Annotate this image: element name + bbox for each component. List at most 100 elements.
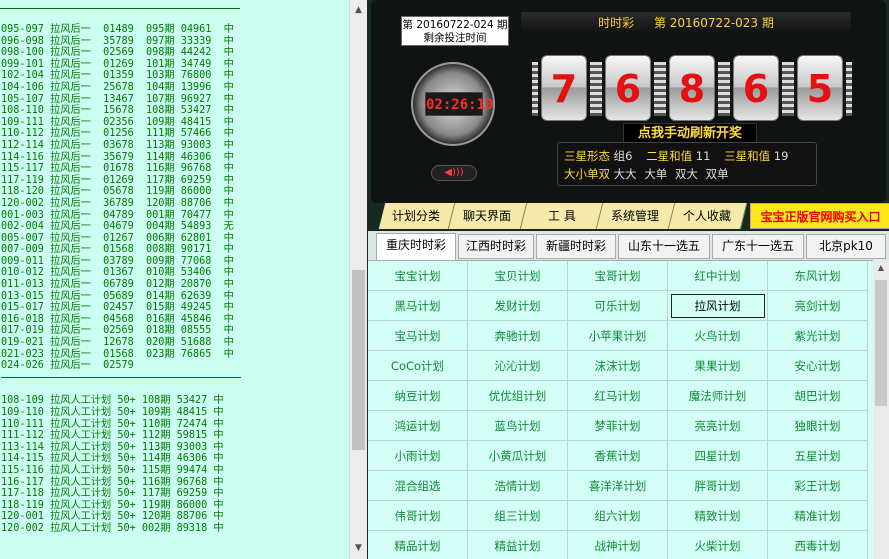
plan-item[interactable]: 红中计划 xyxy=(668,261,768,291)
menu-system[interactable]: 系统管理 xyxy=(596,203,676,229)
digit-2: 6 xyxy=(596,55,660,121)
plan-item[interactable]: 胡巴计划 xyxy=(768,381,868,411)
plan-item[interactable]: 黑马计划 xyxy=(368,291,468,321)
history-row: 013-015 拉风后一 05689 014期 62639 中 xyxy=(1,290,234,302)
history-row: 110-111 拉风人工计划 50+ 110期 72474 中 xyxy=(1,418,224,430)
plan-item[interactable]: 精准计划 xyxy=(768,501,868,531)
plan-item[interactable]: 沫沫计划 xyxy=(568,351,668,381)
plan-item[interactable]: 可乐计划 xyxy=(568,291,668,321)
tab-beijing[interactable]: 北京pk10 xyxy=(806,234,886,259)
plan-item[interactable]: 胖哥计划 xyxy=(668,471,768,501)
history-row: 009-011 拉风后一 03789 009期 77068 中 xyxy=(1,255,234,267)
menu-chat[interactable]: 聊天界面 xyxy=(448,203,528,229)
history-row: 007-009 拉风后一 01568 008期 90171 中 xyxy=(1,244,234,256)
refresh-button[interactable]: 点我手动刷新开奖 xyxy=(623,123,757,143)
left-scrollbar[interactable]: ▲ ▼ xyxy=(349,0,367,559)
plan-item[interactable]: 拉风计划 xyxy=(668,291,768,321)
menu-favorites[interactable]: 个人收藏 xyxy=(668,203,748,229)
arrow-up-icon[interactable]: ▲ xyxy=(350,2,367,19)
plan-item[interactable]: 优优组计划 xyxy=(468,381,568,411)
plan-item[interactable]: 五星计划 xyxy=(768,441,868,471)
tab-guangdong[interactable]: 广东十一选五 xyxy=(712,234,804,259)
plan-item[interactable]: 战神计划 xyxy=(568,531,668,559)
plan-scrollbar[interactable]: ▲ xyxy=(873,260,889,559)
plan-item[interactable]: 彩王计划 xyxy=(768,471,868,501)
plan-item[interactable]: 沁沁计划 xyxy=(468,351,568,381)
plan-item[interactable]: 安心计划 xyxy=(768,351,868,381)
history-row: 001-003 拉风后一 04789 001期 70477 中 xyxy=(1,209,234,221)
menu-plan-category[interactable]: 计划分类 xyxy=(378,203,456,229)
plan-item[interactable]: CoCo计划 xyxy=(368,351,468,381)
plan-item[interactable]: 紫光计划 xyxy=(768,321,868,351)
history-row: 098-100 拉风后一 02569 098期 44242 中 xyxy=(1,47,234,59)
tab-jiangxi[interactable]: 江西时时彩 xyxy=(458,234,534,259)
plan-item[interactable]: 小雨计划 xyxy=(368,441,468,471)
plan-item[interactable]: 奔驰计划 xyxy=(468,321,568,351)
speaker-icon[interactable]: ◀))) xyxy=(431,165,477,181)
plan-item[interactable]: 精致计划 xyxy=(668,501,768,531)
plan-item[interactable]: 独眼计划 xyxy=(768,411,868,441)
scrollbar-thumb[interactable] xyxy=(352,270,365,450)
history-row: 010-012 拉风后一 01367 010期 53406 中 xyxy=(1,267,234,279)
plan-item[interactable]: 四星计划 xyxy=(668,441,768,471)
sanhe-value: 19 xyxy=(773,149,789,163)
history-row: 005-007 拉风后一 01267 006期 62801 中 xyxy=(1,232,234,244)
plan-item[interactable]: 宝哥计划 xyxy=(568,261,668,291)
plan-item[interactable]: 精益计划 xyxy=(468,531,568,559)
plan-item[interactable]: 亮亮计划 xyxy=(668,411,768,441)
history-row: 118-120 拉风后一 05678 119期 86000 中 xyxy=(1,186,234,198)
draw-panel: 第 20160722-024 期 剩余投注时间 02:26:10 ◀))) 时时… xyxy=(371,0,886,203)
history-row: 104-106 拉风后一 25678 104期 13996 中 xyxy=(1,81,234,93)
plan-item[interactable]: 宝马计划 xyxy=(368,321,468,351)
erxing-value: 11 xyxy=(695,149,711,163)
plan-item[interactable]: 火柴计划 xyxy=(668,531,768,559)
plan-item[interactable]: 精品计划 xyxy=(368,531,468,559)
scrollbar-thumb[interactable] xyxy=(875,280,887,406)
history-row: 120-002 拉风后一 36789 120期 88706 中 xyxy=(1,197,234,209)
history-row: 021-023 拉风后一 01568 023期 76865 中 xyxy=(1,348,234,360)
plan-item[interactable]: 香蕉计划 xyxy=(568,441,668,471)
history-row: 024-026 拉风后一 02579 xyxy=(1,360,134,372)
menu-tools[interactable]: 工 具 xyxy=(520,203,604,229)
plan-item[interactable]: 鸿运计划 xyxy=(368,411,468,441)
plan-item[interactable]: 纳豆计划 xyxy=(368,381,468,411)
history-row: 109-111 拉风后一 02356 109期 48415 中 xyxy=(1,116,234,128)
plan-item[interactable]: 宝贝计划 xyxy=(468,261,568,291)
plan-item[interactable]: 宝宝计划 xyxy=(368,261,468,291)
plan-item[interactable]: 西毒计划 xyxy=(768,531,868,559)
tab-chongqing[interactable]: 重庆时时彩 xyxy=(376,233,456,260)
buy-button[interactable]: 宝宝正版官网购买入口 xyxy=(750,203,889,229)
plan-item[interactable]: 魔法师计划 xyxy=(668,381,768,411)
plan-item[interactable]: 混合组选 xyxy=(368,471,468,501)
arrow-down-icon[interactable]: ▼ xyxy=(350,540,367,557)
plan-item[interactable]: 火鸟计划 xyxy=(668,321,768,351)
plan-item[interactable]: 红马计划 xyxy=(568,381,668,411)
plan-item[interactable]: 组六计划 xyxy=(568,501,668,531)
plan-item[interactable]: 伟哥计划 xyxy=(368,501,468,531)
plan-item[interactable]: 蓝鸟计划 xyxy=(468,411,568,441)
countdown-timer: 02:26:10 xyxy=(425,92,493,116)
plan-item[interactable]: 亮剑计划 xyxy=(768,291,868,321)
top-divider xyxy=(0,0,240,9)
plan-item[interactable]: 组三计划 xyxy=(468,501,568,531)
stopwatch-icon: 02:26:10 xyxy=(411,62,495,146)
tab-xinjiang[interactable]: 新疆时时彩 xyxy=(536,234,616,259)
history-row: 111-112 拉风人工计划 50+ 112期 59815 中 xyxy=(1,430,224,442)
plan-item[interactable]: 小黄瓜计划 xyxy=(468,441,568,471)
plan-item[interactable]: 喜洋洋计划 xyxy=(568,471,668,501)
history-row: 015-017 拉风后一 02457 015期 49245 中 xyxy=(1,302,234,314)
plan-item[interactable]: 发财计划 xyxy=(468,291,568,321)
plan-item[interactable]: 浩情计划 xyxy=(468,471,568,501)
plan-item[interactable]: 果果计划 xyxy=(668,351,768,381)
lottery-app: 第 20160722-024 期 剩余投注时间 02:26:10 ◀))) 时时… xyxy=(368,0,889,559)
history-row: 017-019 拉风后一 02569 018期 08555 中 xyxy=(1,325,234,337)
arrow-up-icon[interactable]: ▲ xyxy=(873,260,889,276)
plan-item[interactable]: 梦菲计划 xyxy=(568,411,668,441)
history-row: 096-098 拉风后一 35789 097期 33339 中 xyxy=(1,35,234,47)
history-row: 113-114 拉风人工计划 50+ 113期 93003 中 xyxy=(1,441,224,453)
tab-shandong[interactable]: 山东十一选五 xyxy=(618,234,710,259)
plan-grid: 宝宝计划 宝贝计划 宝哥计划 红中计划 东风计划黑马计划 发财计划 可乐计划 拉风计划 亮剑计划… xyxy=(368,260,873,559)
plan-item[interactable]: 东风计划 xyxy=(768,261,868,291)
plan-item[interactable]: 小苹果计划 xyxy=(568,321,668,351)
